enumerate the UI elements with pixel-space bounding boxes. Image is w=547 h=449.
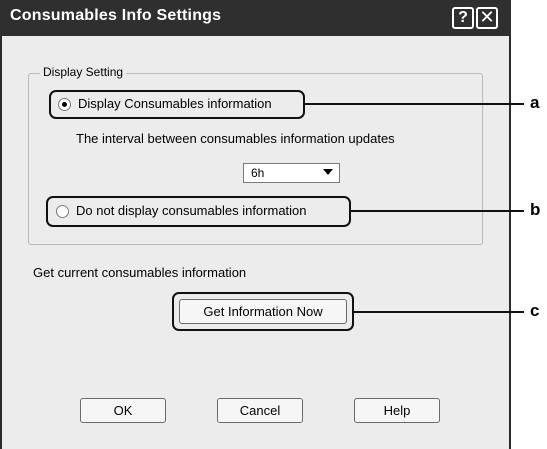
callout-marker-a: a	[530, 93, 540, 112]
callout-marker-c: c	[530, 301, 540, 320]
get-information-now-button[interactable]: Get Information Now	[179, 299, 347, 324]
radio-do-not-display[interactable]	[56, 205, 69, 218]
option-hide-label[interactable]: Do not display consumables information	[76, 203, 307, 218]
callout-marker-b: b	[530, 200, 541, 219]
radio-selected-dot	[62, 102, 67, 107]
option-display-label[interactable]: Display Consumables information	[78, 96, 272, 111]
help-button[interactable]: Help	[354, 398, 440, 423]
close-icon[interactable]: ✕	[476, 7, 498, 29]
radio-display-consumables[interactable]	[58, 98, 71, 111]
callout-line-b	[351, 210, 524, 212]
display-setting-legend: Display Setting	[40, 65, 127, 79]
callout-line-a	[305, 103, 524, 105]
help-icon[interactable]: ?	[452, 7, 474, 29]
chevron-down-icon[interactable]	[323, 169, 333, 175]
interval-value: 6h	[251, 166, 265, 180]
interval-label: The interval between consumables informa…	[76, 131, 395, 146]
window-title: Consumables Info Settings	[10, 7, 222, 24]
callout-line-c	[354, 311, 524, 313]
interval-select[interactable]: 6h	[243, 163, 340, 183]
cancel-button[interactable]: Cancel	[217, 398, 303, 423]
get-info-label: Get current consumables information	[33, 265, 247, 280]
ok-button[interactable]: OK	[80, 398, 166, 423]
